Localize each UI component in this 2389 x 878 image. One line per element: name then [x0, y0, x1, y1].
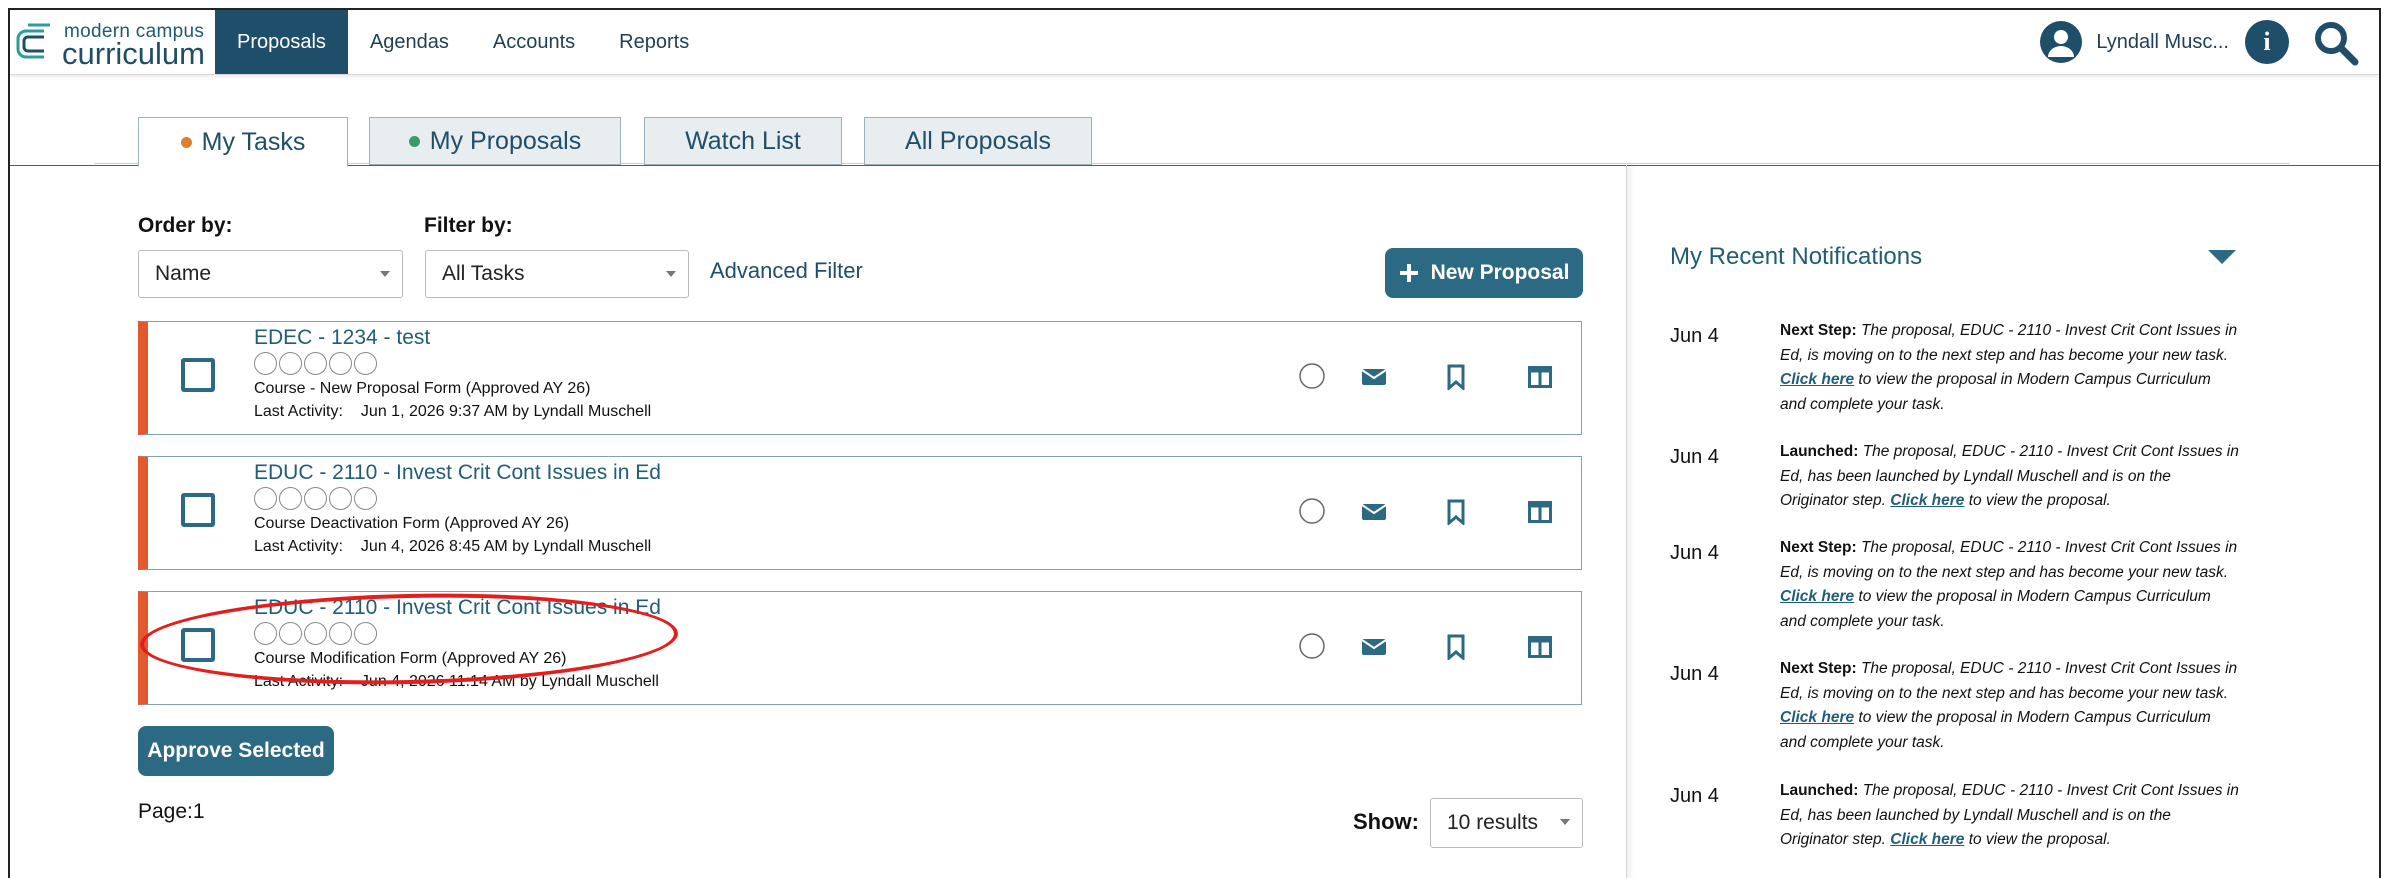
bookmark-icon[interactable] — [1446, 499, 1466, 525]
panel-divider-shadow — [1627, 165, 1635, 878]
task-last-activity: Last Activity: Jun 1, 2026 9:37 AM by Lyn… — [254, 403, 652, 420]
status-dot — [180, 136, 192, 148]
nav-agendas[interactable]: Agendas — [348, 10, 471, 74]
show-label: Show: — [1353, 809, 1419, 834]
user-name: Lyndall Musc... — [2096, 30, 2229, 53]
task-form-name: Course Deactivation Form (Approved AY 26… — [254, 515, 570, 532]
order-by-label: Order by: — [138, 214, 233, 237]
notification-text: Next Step: The proposal, EDUC - 2110 - I… — [1780, 539, 2238, 630]
filter-by-value: All Tasks — [442, 262, 525, 285]
chevron-down-icon — [1560, 819, 1570, 825]
notification-link[interactable]: Click here — [1890, 492, 1964, 509]
bookmark-icon[interactable] — [1446, 634, 1466, 660]
user-menu[interactable]: Lyndall Musc... — [2040, 10, 2229, 74]
task-form-name: Course - New Proposal Form (Approved AY … — [254, 380, 591, 397]
task-title-link[interactable]: EDUC - 2110 - Invest Crit Cont Issues in… — [254, 596, 661, 620]
info-icon[interactable]: i — [2245, 20, 2289, 64]
tab-my-tasks[interactable]: My Tasks — [138, 117, 348, 167]
advanced-filter-link[interactable]: Advanced Filter — [710, 258, 863, 284]
app-logo[interactable]: modern campus curriculum — [14, 19, 214, 71]
chevron-down-icon — [666, 271, 676, 277]
columns-icon[interactable] — [1528, 501, 1552, 523]
task-row: EDUC - 2110 - Invest Crit Cont Issues in… — [138, 591, 1582, 705]
notification-text: Next Step: The proposal, EDUC - 2110 - I… — [1780, 660, 2238, 751]
circle-icon[interactable] — [1298, 632, 1326, 660]
notification-text: Next Step: The proposal, EDUC - 2110 - I… — [1780, 322, 2238, 413]
order-by-value: Name — [155, 262, 212, 285]
tab-watch-list[interactable]: Watch List — [644, 117, 842, 165]
tab-label: Watch List — [685, 126, 801, 155]
approve-selected-button[interactable]: Approve Selected — [138, 726, 334, 776]
task-row: EDEC - 1234 - test Course - New Proposal… — [138, 321, 1582, 435]
notification-link[interactable]: Click here — [1780, 709, 1854, 726]
collapse-icon[interactable] — [2208, 250, 2236, 264]
progress-circles — [254, 352, 377, 375]
notification-link[interactable]: Click here — [1780, 371, 1854, 388]
tab-label: My Proposals — [429, 126, 582, 155]
nav-accounts[interactable]: Accounts — [471, 10, 597, 74]
circle-icon[interactable] — [1298, 362, 1326, 390]
logo-icon — [16, 23, 50, 59]
main-nav: Proposals Agendas Accounts Reports — [215, 10, 711, 74]
tab-label: All Proposals — [905, 126, 1051, 155]
filter-by-label: Filter by: — [424, 214, 513, 237]
notification-date: Jun 4 — [1670, 325, 1719, 347]
logo-text-bottom: curriculum — [62, 36, 205, 71]
nav-proposals[interactable]: Proposals — [215, 10, 348, 74]
progress-circles — [254, 622, 377, 645]
task-checkbox[interactable] — [181, 358, 215, 392]
task-form-name: Course Modification Form (Approved AY 26… — [254, 650, 567, 667]
task-title-link[interactable]: EDEC - 1234 - test — [254, 326, 430, 350]
circle-icon[interactable] — [1298, 497, 1326, 525]
task-checkbox[interactable] — [181, 493, 215, 527]
envelope-icon[interactable] — [1361, 638, 1387, 656]
results-per-page-value: 10 results — [1447, 811, 1539, 834]
tabs-border — [10, 165, 2379, 166]
progress-circles — [254, 487, 377, 510]
tab-all-proposals[interactable]: All Proposals — [864, 117, 1092, 165]
order-by-select[interactable]: Name — [138, 250, 403, 298]
notification-link[interactable]: Click here — [1780, 588, 1854, 605]
nav-reports[interactable]: Reports — [597, 10, 711, 74]
notification-date: Jun 4 — [1670, 542, 1719, 564]
envelope-icon[interactable] — [1361, 368, 1387, 386]
task-title-link[interactable]: EDUC - 2110 - Invest Crit Cont Issues in… — [254, 461, 661, 485]
notifications-title: My Recent Notifications — [1670, 243, 1923, 270]
notification-date: Jun 4 — [1670, 446, 1719, 468]
notification-text: Launched: The proposal, EDUC - 2110 - In… — [1780, 443, 2239, 509]
columns-icon[interactable] — [1528, 366, 1552, 388]
chevron-down-icon — [380, 271, 390, 277]
bookmark-icon[interactable] — [1446, 364, 1466, 390]
task-last-activity: Last Activity: Jun 4, 2026 8:45 AM by Lyn… — [254, 538, 652, 555]
new-proposal-button[interactable]: New Proposal — [1385, 248, 1583, 298]
plus-icon — [1399, 264, 1418, 282]
page-indicator: Page:1 — [138, 800, 205, 823]
task-checkbox[interactable] — [181, 628, 215, 662]
results-per-page-select[interactable]: 10 results — [1430, 798, 1583, 848]
notification-date: Jun 4 — [1670, 663, 1719, 685]
notification-date: Jun 4 — [1670, 785, 1719, 807]
tab-my-proposals[interactable]: My Proposals — [369, 117, 621, 165]
status-dot — [408, 135, 420, 147]
tab-label: My Tasks — [201, 127, 306, 156]
top-navbar: modern campus curriculum Proposals Agend… — [10, 10, 2379, 75]
columns-icon[interactable] — [1528, 636, 1552, 658]
envelope-icon[interactable] — [1361, 503, 1387, 521]
notification-text: Launched: The proposal, EDUC - 2110 - In… — [1780, 782, 2239, 848]
new-proposal-label: New Proposal — [1430, 261, 1570, 284]
avatar-icon — [2040, 21, 2083, 63]
search-icon[interactable] — [2311, 18, 2361, 68]
task-last-activity: Last Activity: Jun 4, 2026 11:14 AM by Ly… — [254, 673, 659, 690]
notification-link[interactable]: Click here — [1890, 831, 1964, 848]
filter-by-select[interactable]: All Tasks — [425, 250, 689, 298]
task-row: EDUC - 2110 - Invest Crit Cont Issues in… — [138, 456, 1582, 570]
